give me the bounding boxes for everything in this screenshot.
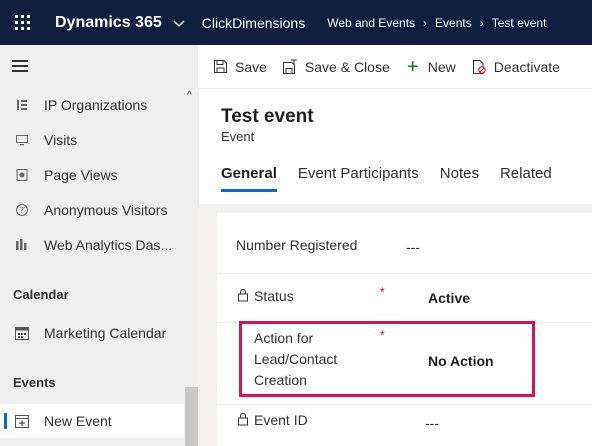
- sidebar-item-ip-organizations[interactable]: IP Organizations: [0, 88, 184, 122]
- svg-text:?: ?: [20, 206, 24, 215]
- calendar-icon: [13, 324, 31, 342]
- tab-notes[interactable]: Notes: [440, 165, 479, 182]
- tab-event-participants[interactable]: Event Participants: [298, 165, 419, 182]
- field-label: Event ID: [254, 412, 308, 428]
- monitor-icon: [13, 131, 31, 149]
- scrollbar-thumb[interactable]: [185, 387, 198, 446]
- ip-organizations-icon: [13, 96, 31, 114]
- deactivate-button[interactable]: Deactivate: [471, 59, 560, 75]
- module-name[interactable]: ClickDimensions: [202, 15, 305, 31]
- breadcrumb-item-events[interactable]: Events: [435, 16, 472, 30]
- sidebar-item-new-event[interactable]: New Event: [0, 404, 184, 438]
- field-label: Number Registered: [236, 237, 358, 253]
- scroll-up-icon[interactable]: ^: [187, 90, 192, 101]
- page-views-icon: [13, 166, 31, 184]
- sidebar-item-page-views[interactable]: Page Views: [0, 158, 184, 192]
- selected-indicator: [4, 413, 7, 429]
- lock-icon: [238, 289, 248, 302]
- save-button[interactable]: Save: [212, 59, 267, 75]
- save-icon: [212, 59, 228, 75]
- hamburger-menu-icon[interactable]: [12, 60, 28, 72]
- sidebar-item-marketing-calendar[interactable]: Marketing Calendar: [0, 316, 184, 350]
- new-event-icon: [13, 412, 31, 430]
- top-navigation-bar: Dynamics 365 ClickDimensions Web and Eve…: [0, 0, 592, 45]
- new-button[interactable]: + New: [405, 55, 456, 78]
- lock-icon: [238, 413, 248, 426]
- field-status: Status * Active: [217, 274, 592, 323]
- sidebar-item-label: Page Views: [44, 167, 118, 183]
- field-value[interactable]: Active: [428, 290, 470, 306]
- field-number-registered: Number Registered ---: [217, 213, 592, 274]
- command-bar: Save Save & Close + New Deactivate: [198, 45, 592, 89]
- sidebar: IP Organizations Visits Page Views ? Ano…: [0, 45, 198, 446]
- anonymous-visitor-icon: ?: [13, 201, 31, 219]
- record-title: Test event: [221, 106, 314, 127]
- sidebar-item-label: Web Analytics Das...: [44, 237, 173, 253]
- save-and-close-label: Save & Close: [304, 58, 390, 75]
- plus-icon: +: [406, 55, 419, 78]
- sidebar-item-visits[interactable]: Visits: [0, 123, 184, 157]
- breadcrumb-item-web-and-events[interactable]: Web and Events: [327, 16, 415, 30]
- section-header-events: Events: [13, 375, 56, 390]
- deactivate-label: Deactivate: [493, 58, 560, 75]
- save-close-icon: [282, 59, 298, 75]
- app-launcher-icon[interactable]: [0, 0, 44, 45]
- deactivate-icon: [471, 59, 487, 75]
- sidebar-item-label: Marketing Calendar: [44, 325, 167, 341]
- new-label: New: [427, 58, 456, 75]
- tab-related[interactable]: Related: [500, 165, 552, 182]
- save-label: Save: [235, 58, 267, 75]
- sidebar-item-label: Visits: [44, 132, 78, 148]
- chevron-right-icon: ›: [479, 15, 484, 30]
- chevron-down-icon[interactable]: [172, 16, 186, 30]
- field-event-id: Event ID ---: [217, 405, 592, 446]
- chevron-right-icon: ›: [423, 15, 428, 30]
- sidebar-item-label: Anonymous Visitors: [44, 202, 168, 218]
- breadcrumb-item-current: Test event: [491, 15, 547, 30]
- analytics-icon: [13, 236, 31, 254]
- sidebar-scrollbar[interactable]: ^: [185, 90, 198, 446]
- form-content-area: Number Registered --- Status * Active Ac…: [198, 204, 592, 446]
- tab-list: General Event Participants Notes Related: [221, 165, 573, 192]
- form-section: Number Registered --- Status * Active Ac…: [217, 213, 592, 446]
- field-label: Status: [254, 288, 294, 304]
- field-value[interactable]: ---: [425, 415, 439, 431]
- breadcrumb: Web and Events › Events › Test event: [327, 16, 546, 30]
- sidebar-item-label: IP Organizations: [44, 97, 148, 113]
- app-title[interactable]: Dynamics 365: [55, 14, 162, 32]
- save-and-close-button[interactable]: Save & Close: [282, 59, 390, 75]
- section-header-calendar: Calendar: [13, 287, 69, 302]
- sidebar-item-web-analytics-dashboard[interactable]: Web Analytics Das...: [0, 228, 184, 262]
- sidebar-item-label: New Event: [44, 413, 112, 429]
- highlight-annotation: [239, 321, 535, 397]
- field-value[interactable]: ---: [406, 239, 420, 255]
- sidebar-item-anonymous-visitors[interactable]: ? Anonymous Visitors: [0, 193, 184, 227]
- record-header: Test event Event General Event Participa…: [198, 89, 592, 204]
- record-type: Event: [221, 129, 255, 144]
- required-indicator: *: [380, 285, 385, 299]
- tab-general[interactable]: General: [221, 165, 277, 192]
